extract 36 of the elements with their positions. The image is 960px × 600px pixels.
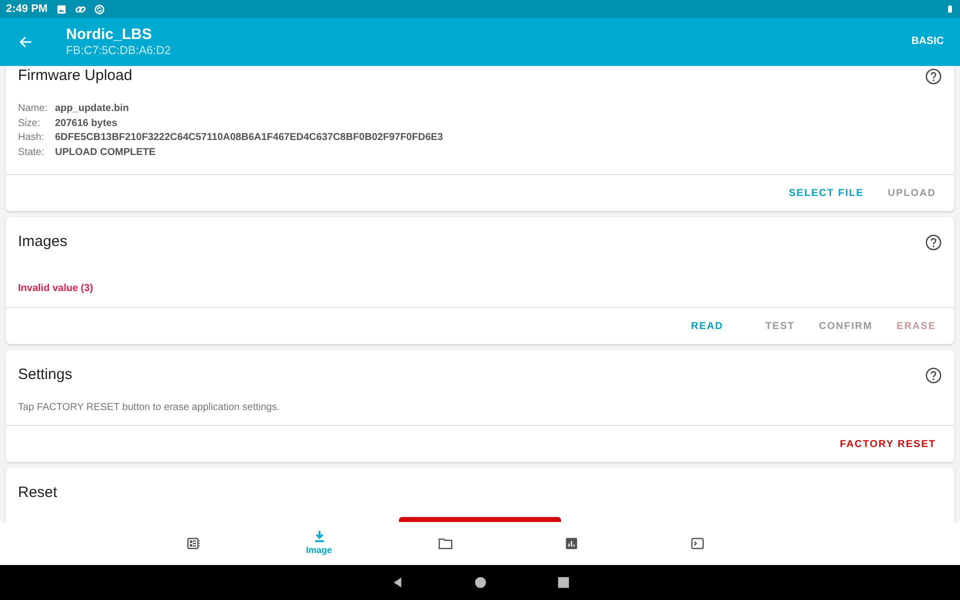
field-value: 6DFE5CB13BF210F3222C64C57110A08B6A1F467ED4C637C8BF0B02F97F0FD6E3 [55, 132, 443, 143]
card-title: Reset [18, 482, 58, 503]
back-button[interactable] [18, 34, 34, 50]
basic-button[interactable]: BASIC [907, 30, 948, 54]
field-label: State: [18, 146, 46, 160]
link-icon [74, 4, 86, 14]
card-title: Images [18, 232, 68, 252]
description-text: Tap FACTORY RESET button to erase application settings. [17, 401, 281, 415]
device-address: FB:C7:5C:DB:A6:D2 [66, 44, 171, 58]
field-label: Size: [18, 116, 42, 130]
terminal-icon [690, 536, 704, 551]
action-button[interactable]: FACTORY RESET [830, 432, 946, 456]
folder-icon [438, 536, 452, 551]
help-button[interactable] [925, 366, 942, 384]
status-time: 2:49 PM [6, 2, 48, 17]
field-value: UPLOAD COMPLETE [55, 146, 156, 158]
bar-chart-icon [564, 536, 578, 551]
device-name: Nordic_LBS [66, 26, 153, 44]
nav-tab[interactable]: Image [256, 529, 382, 558]
card-title: Settings [18, 364, 72, 385]
home-icon[interactable] [474, 576, 486, 589]
action-button[interactable]: SELECT FILE [778, 182, 874, 204]
image-icon [56, 4, 67, 14]
field-value: 207616 bytes [55, 118, 118, 128]
dashboard-icon [186, 536, 200, 551]
card-title: Firmware Upload [18, 66, 132, 86]
action-button[interactable]: READ [680, 314, 734, 338]
field-label: Name: [18, 102, 48, 116]
help-button[interactable] [925, 234, 942, 250]
sync-icon [94, 4, 105, 14]
field-label: Hash: [18, 131, 46, 145]
recents-icon[interactable] [556, 576, 570, 589]
error-message: Invalid value (3) [17, 282, 94, 296]
help-button[interactable] [925, 68, 942, 84]
field-value: app_update.bin [55, 103, 129, 114]
battery-icon [946, 3, 954, 15]
